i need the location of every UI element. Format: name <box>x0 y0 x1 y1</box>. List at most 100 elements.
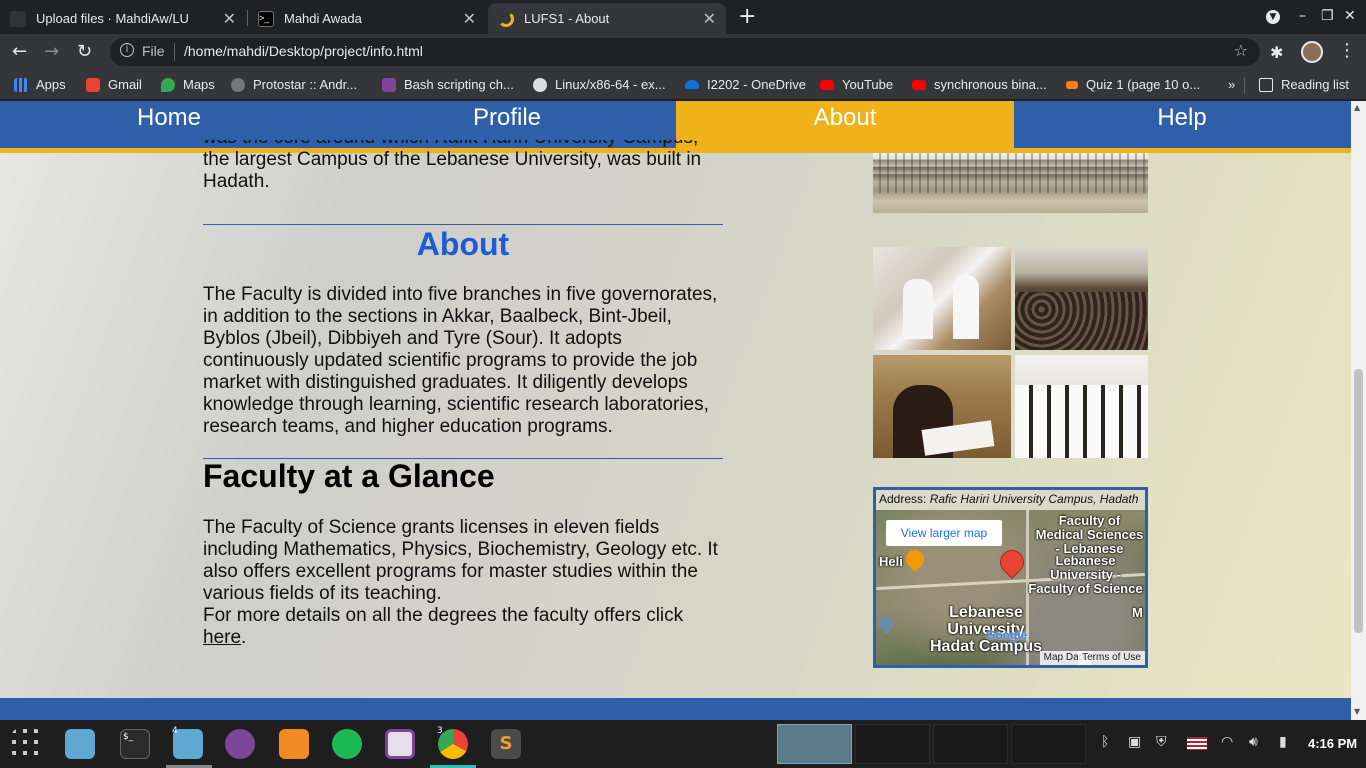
map-label-science: Lebanese University - Faculty of Science <box>1028 553 1143 596</box>
bookmark-bash[interactable]: Bash scripting ch... <box>382 77 514 92</box>
workspace-4[interactable] <box>1011 724 1086 764</box>
forward-icon[interactable]: → <box>44 41 59 62</box>
url-text[interactable]: /home/mahdi/Desktop/project/info.html <box>184 43 423 59</box>
restore-icon[interactable]: ❐ <box>1321 8 1334 24</box>
screenshot-icon[interactable] <box>385 729 415 759</box>
profile-avatar[interactable] <box>1301 41 1323 63</box>
map-label-medical: Faculty of Medical Sciences - Lebanese <box>1035 513 1144 556</box>
terms-link[interactable]: Terms of Use <box>1078 651 1145 665</box>
bookmark-apps[interactable]: Apps <box>14 77 66 92</box>
minimize-icon[interactable]: – <box>1299 8 1306 24</box>
nav-help[interactable]: Help <box>1013 101 1351 148</box>
tab-search-icon[interactable]: ▼ <box>1266 10 1280 24</box>
map-label-heli: Heli <box>879 554 903 569</box>
intro-partial-text: was the core around which Rafik Hariri U… <box>203 140 702 192</box>
nav-about[interactable]: About <box>676 101 1014 148</box>
us-flag-icon[interactable] <box>1187 737 1207 750</box>
exploit-icon <box>533 77 547 92</box>
page-scrollbar[interactable]: ▲ ▼ <box>1351 101 1366 720</box>
lecture-hall-photo <box>1015 247 1148 350</box>
info-icon[interactable]: i <box>120 43 134 57</box>
bookmark-youtube[interactable]: YouTube <box>820 77 893 92</box>
terminal-icon[interactable]: $_ <box>120 729 150 759</box>
bookmark-maps[interactable]: Maps <box>161 77 215 92</box>
window-close-icon[interactable]: ✕ <box>1344 8 1356 24</box>
workspace-2[interactable] <box>855 724 930 764</box>
about-heading: About <box>416 226 510 262</box>
new-tab-button[interactable]: + <box>738 4 756 29</box>
workspace-3[interactable] <box>933 724 1008 764</box>
lu-logo-icon <box>498 10 514 27</box>
reading-list-button[interactable]: Reading list <box>1259 77 1349 92</box>
spotify-icon[interactable] <box>332 729 362 759</box>
battery-icon[interactable]: ▮ <box>1279 734 1287 750</box>
scroll-up-icon[interactable]: ▲ <box>1354 103 1360 112</box>
moodle-icon <box>1066 80 1078 89</box>
page-viewport: Home Profile About Help was the core aro… <box>0 101 1351 720</box>
workspace-1[interactable] <box>777 724 852 764</box>
about-text: The Faculty is divided into five branche… <box>203 284 718 437</box>
view-larger-map-button[interactable]: View larger map <box>886 520 1002 546</box>
globe-icon <box>231 77 245 92</box>
files-badge: 4 <box>172 726 178 736</box>
reload-icon[interactable]: ↻ <box>77 41 92 62</box>
map-label-m: M <box>1132 605 1143 620</box>
tab-upload-files[interactable]: Upload files · MahdiAw/LU ✕ <box>0 3 246 34</box>
chrome-badge: 3 <box>437 726 443 736</box>
menu-icon[interactable]: ⋮ <box>1338 40 1356 61</box>
campus-building-photo <box>873 153 1148 213</box>
wifi-icon[interactable]: ◠ <box>1221 734 1233 750</box>
terminal-icon: >_ <box>258 10 274 27</box>
bookmark-quiz[interactable]: Quiz 1 (page 10 o... <box>1066 77 1200 92</box>
firefox-icon[interactable] <box>279 729 309 759</box>
clipboard-icon[interactable]: ▣ <box>1128 734 1141 750</box>
glance-text: The Faculty of Science grants licenses i… <box>203 517 718 648</box>
bookmark-gmail[interactable]: Gmail <box>86 77 142 92</box>
site-footer <box>0 698 1351 720</box>
tor-browser-icon[interactable] <box>225 729 255 759</box>
tor-icon <box>382 77 396 92</box>
github-icon <box>10 10 26 27</box>
close-icon[interactable]: ✕ <box>703 9 716 29</box>
lab-students-photo <box>873 247 1011 350</box>
bluetooth-icon[interactable]: ᛒ <box>1101 734 1109 750</box>
close-icon[interactable]: ✕ <box>223 9 236 29</box>
onedrive-icon <box>685 80 699 89</box>
students-group-photo <box>1015 355 1148 458</box>
youtube-icon <box>912 79 926 90</box>
more-bookmarks-icon[interactable]: » <box>1228 77 1235 92</box>
app-launcher-icon[interactable] <box>12 729 42 759</box>
map-widget: Address: Rafic Hariri University Campus,… <box>873 487 1148 668</box>
file-manager-icon[interactable] <box>65 729 95 759</box>
taskbar-clock[interactable]: 4:16 PM <box>1308 736 1357 751</box>
reading-list-icon <box>1259 77 1273 92</box>
divider <box>203 224 723 225</box>
maps-icon <box>161 77 175 92</box>
bookmark-protostar[interactable]: Protostar :: Andr... <box>231 77 357 92</box>
vpn-shield-icon[interactable]: ⛨ <box>1156 734 1167 750</box>
volume-icon[interactable]: 🔊︎ <box>1249 734 1258 750</box>
bookmark-onedrive[interactable]: I2202 - OneDrive <box>685 77 806 92</box>
tab-mahdi-awada[interactable]: >_ Mahdi Awada ✕ <box>248 3 486 34</box>
browser-toolbar: ← → ↻ i File /home/mahdi/Desktop/project… <box>0 34 1366 70</box>
bookmark-linux[interactable]: Linux/x86-64 - ex... <box>533 77 666 92</box>
degrees-link[interactable]: here <box>203 627 241 648</box>
scroll-down-icon[interactable]: ▼ <box>1354 707 1360 716</box>
youtube-icon <box>820 79 834 90</box>
glance-heading: Faculty at a Glance <box>203 458 495 494</box>
tab-lufs1-about[interactable]: LUFS1 - About ✕ <box>488 3 726 34</box>
sublime-icon[interactable]: S <box>491 729 521 759</box>
scroll-thumb[interactable] <box>1354 369 1363 633</box>
back-icon[interactable]: ← <box>12 41 27 62</box>
os-taskbar: $_ 4 3 S ᛒ ▣ ⛨ ◠ 🔊︎ ▮ 4:16 PM <box>0 720 1366 768</box>
address-bar[interactable]: i File /home/mahdi/Desktop/project/info.… <box>110 38 1260 66</box>
map-satellite-view[interactable]: View larger map Faculty of Medical Scien… <box>876 510 1145 665</box>
close-icon[interactable]: ✕ <box>463 9 476 29</box>
bookmarks-bar: Apps Gmail Maps Protostar :: Andr... Bas… <box>0 70 1366 100</box>
bookmark-synchronous[interactable]: synchronous bina... <box>912 77 1047 92</box>
google-logo: Google <box>986 628 1028 642</box>
browser-tab-strip: Upload files · MahdiAw/LU ✕ >_ Mahdi Awa… <box>0 0 1366 34</box>
bookmark-star-icon[interactable]: ☆ <box>1234 41 1248 60</box>
exam-student-photo <box>873 355 1011 458</box>
extensions-icon[interactable]: ✱ <box>1270 43 1283 62</box>
